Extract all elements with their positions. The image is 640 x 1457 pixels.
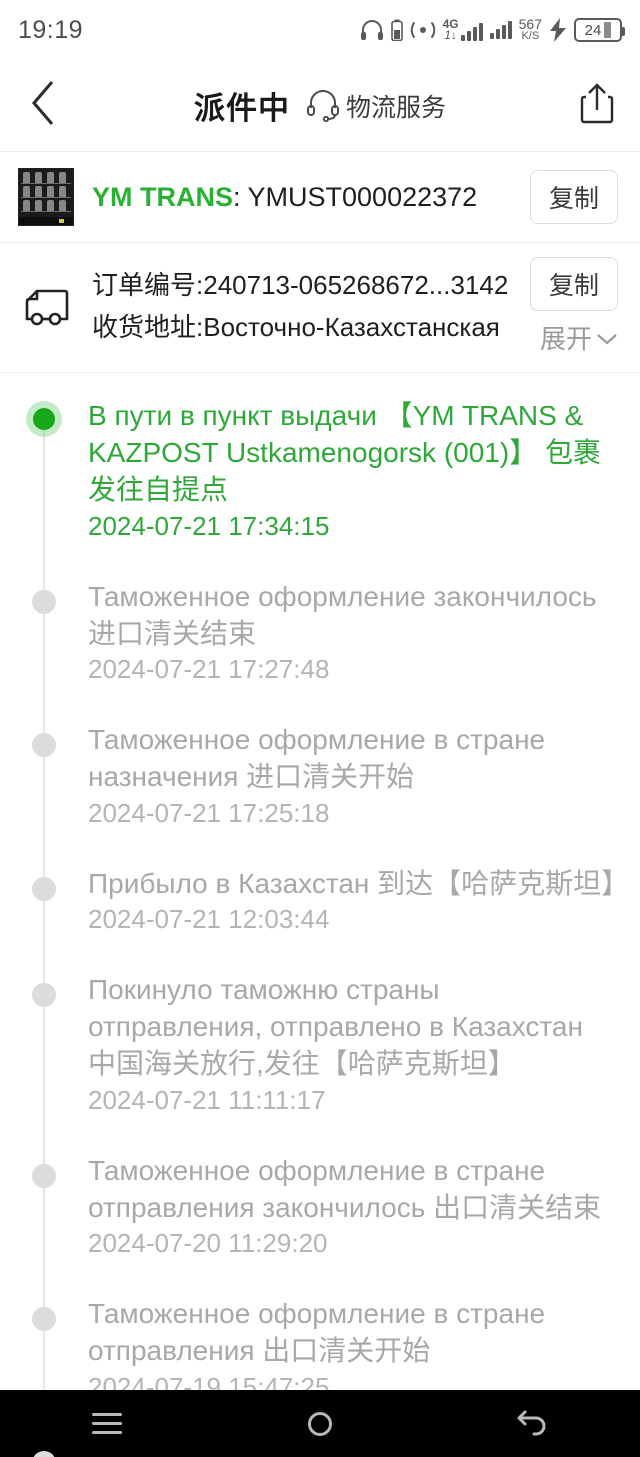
timeline-time: 2024-07-21 17:34:15 [88, 510, 330, 541]
timeline-dot [32, 589, 56, 614]
order-number-label: 订单编号: [92, 269, 204, 300]
timeline-text: Таможенное оформление в стране отправлен… [88, 1298, 546, 1367]
system-navigation-bar [0, 1390, 640, 1457]
recents-menu-icon [91, 1413, 122, 1434]
order-info-row: 订单编号: 240713-065268672...3142 收货地址: Вост… [0, 243, 640, 373]
timeline-dot [32, 1163, 56, 1188]
carrier-name: YM TRANS [92, 181, 233, 212]
address-label: 收货地址: [92, 311, 204, 342]
timeline-dot-active [33, 408, 55, 430]
back-button[interactable] [0, 60, 86, 152]
timeline-item[interactable]: Таможенное оформление закончилось 进口清关结束… [0, 577, 618, 722]
headset-icon [304, 84, 342, 127]
timeline-time: 2024-07-21 12:03:44 [88, 903, 330, 934]
order-details: 订单编号: 240713-065268672...3142 收货地址: Вост… [92, 267, 514, 346]
copy-tracking-button[interactable]: 复制 [529, 170, 618, 224]
status-bar: 19:19 4G 1↓ 567 K/S 24 [0, 0, 640, 60]
nav-center: 派件中 物流服务 [86, 83, 554, 128]
timeline-dot [32, 982, 56, 1007]
battery-small-icon [390, 19, 403, 41]
timeline-body: В пути в пункт выдачи 【YM TRANS & KAZPOS… [88, 397, 618, 578]
tracking-number-row: YM TRANS: YMUST000022372 复制 [0, 152, 640, 243]
timeline-body: Прибыло в Казахстан 到达【哈萨克斯坦】 2024-07-21… [88, 865, 630, 971]
timeline-text: В пути в пункт выдачи 【YM TRANS & KAZPOS… [88, 400, 601, 506]
timeline-body: Таможенное оформление закончилось 进口清关结束… [88, 578, 618, 721]
timeline-gutter [0, 721, 88, 865]
network-speed-unit: K/S [521, 30, 540, 43]
chevron-left-icon [30, 80, 56, 131]
timeline-item[interactable]: Таможенное оформление в стране отправлен… [0, 1151, 618, 1296]
address-line: 收货地址: Восточно-Казахстанская [92, 309, 514, 347]
timeline-text: Таможенное оформление закончилось 进口清关结束 [88, 580, 597, 649]
timeline-text: Таможенное оформление в стране назначени… [88, 724, 546, 793]
timeline-line [43, 417, 45, 578]
back-arrow-icon [516, 1406, 550, 1441]
headphone-icon [360, 19, 384, 41]
timeline-item[interactable]: Покинуло таможню страны отправления, отп… [0, 970, 618, 1152]
timeline-text: Покинуло таможню страны отправления, отп… [88, 973, 583, 1080]
recents-button[interactable] [47, 1390, 167, 1457]
logistics-service-label: 物流服务 [345, 93, 446, 122]
home-circle-icon [307, 1411, 332, 1436]
page-title: 派件中 [193, 91, 290, 126]
battery-fill [604, 22, 612, 38]
network-speed-value: 567 [518, 16, 542, 33]
timeline-dot [32, 876, 56, 901]
chevron-down-icon [596, 322, 618, 353]
timeline-time: 2024-07-21 17:25:18 [88, 797, 330, 828]
timeline-dot [32, 733, 56, 758]
phone-screen: 19:19 4G 1↓ 567 K/S 24 派件中 物流服务 YM TRANS… [0, 0, 640, 1457]
timeline-item[interactable]: Таможенное оформление в стране назначени… [0, 721, 618, 865]
signal-4g-icon: 4G 1↓ [443, 18, 483, 42]
product-thumbnail[interactable] [18, 168, 74, 226]
back-system-button[interactable] [473, 1390, 593, 1457]
network-speed-indicator: 567 K/S [518, 16, 542, 43]
signal-secondary-icon [489, 21, 512, 39]
order-number-value: 240713-065268672...3142 [203, 269, 509, 300]
status-time: 19:19 [18, 15, 84, 44]
expand-label: 展开 [539, 324, 592, 354]
tracking-number: YMUST000022372 [247, 181, 478, 212]
home-button[interactable] [260, 1390, 380, 1457]
battery-level-label: 24 [584, 21, 602, 39]
charging-bolt-icon [549, 18, 567, 42]
hotspot-icon [410, 20, 436, 40]
order-number-line: 订单编号: 240713-065268672...3142 [92, 267, 514, 305]
address-value: Восточно-Казахстанская [203, 311, 500, 342]
timeline-text: Прибыло в Казахстан 到达【哈萨克斯坦】 [88, 867, 630, 899]
tracking-separator: : [233, 181, 248, 212]
timeline-time: 2024-07-20 11:29:20 [88, 1228, 328, 1259]
tracking-timeline: В пути в пункт выдачи 【YM TRANS & KAZPOS… [0, 373, 640, 1457]
timeline-time: 2024-07-21 17:27:48 [88, 654, 330, 685]
battery-icon: 24 [574, 18, 625, 42]
timeline-body: Таможенное оформление в стране отправлен… [88, 1152, 618, 1295]
timeline-dot [32, 1307, 56, 1332]
navigation-bar: 派件中 物流服务 [0, 60, 640, 152]
timeline-text: Таможенное оформление в стране отправлен… [88, 1154, 602, 1223]
timeline-body: Таможенное оформление в стране назначени… [88, 721, 618, 864]
share-button[interactable] [554, 60, 640, 152]
timeline-item[interactable]: В пути в пункт выдачи 【YM TRANS & KAZPOS… [0, 397, 618, 578]
timeline-gutter [0, 864, 88, 971]
signal-sub-label: 1↓ [444, 28, 457, 42]
timeline-time: 2024-07-21 11:11:17 [88, 1084, 326, 1115]
logistics-service-button[interactable]: 物流服务 [304, 84, 446, 127]
timeline-gutter [0, 970, 88, 1152]
timeline-item[interactable]: Прибыло в Казахстан 到达【哈萨克斯坦】 2024-07-21… [0, 864, 630, 971]
copy-order-button[interactable]: 复制 [529, 257, 618, 311]
timeline-body: Покинуло таможню страны отправления, отп… [88, 971, 618, 1152]
timeline-gutter [0, 397, 88, 578]
expand-address-button[interactable]: 展开 [540, 319, 618, 356]
timeline-gutter [0, 577, 88, 722]
order-actions: 复制 展开 [529, 257, 618, 356]
status-icons: 4G 1↓ 567 K/S 24 [360, 16, 625, 43]
truck-icon [18, 285, 76, 329]
timeline-gutter [0, 1151, 88, 1296]
share-icon [580, 82, 614, 129]
tracking-text: YM TRANS: YMUST000022372 [92, 182, 512, 213]
